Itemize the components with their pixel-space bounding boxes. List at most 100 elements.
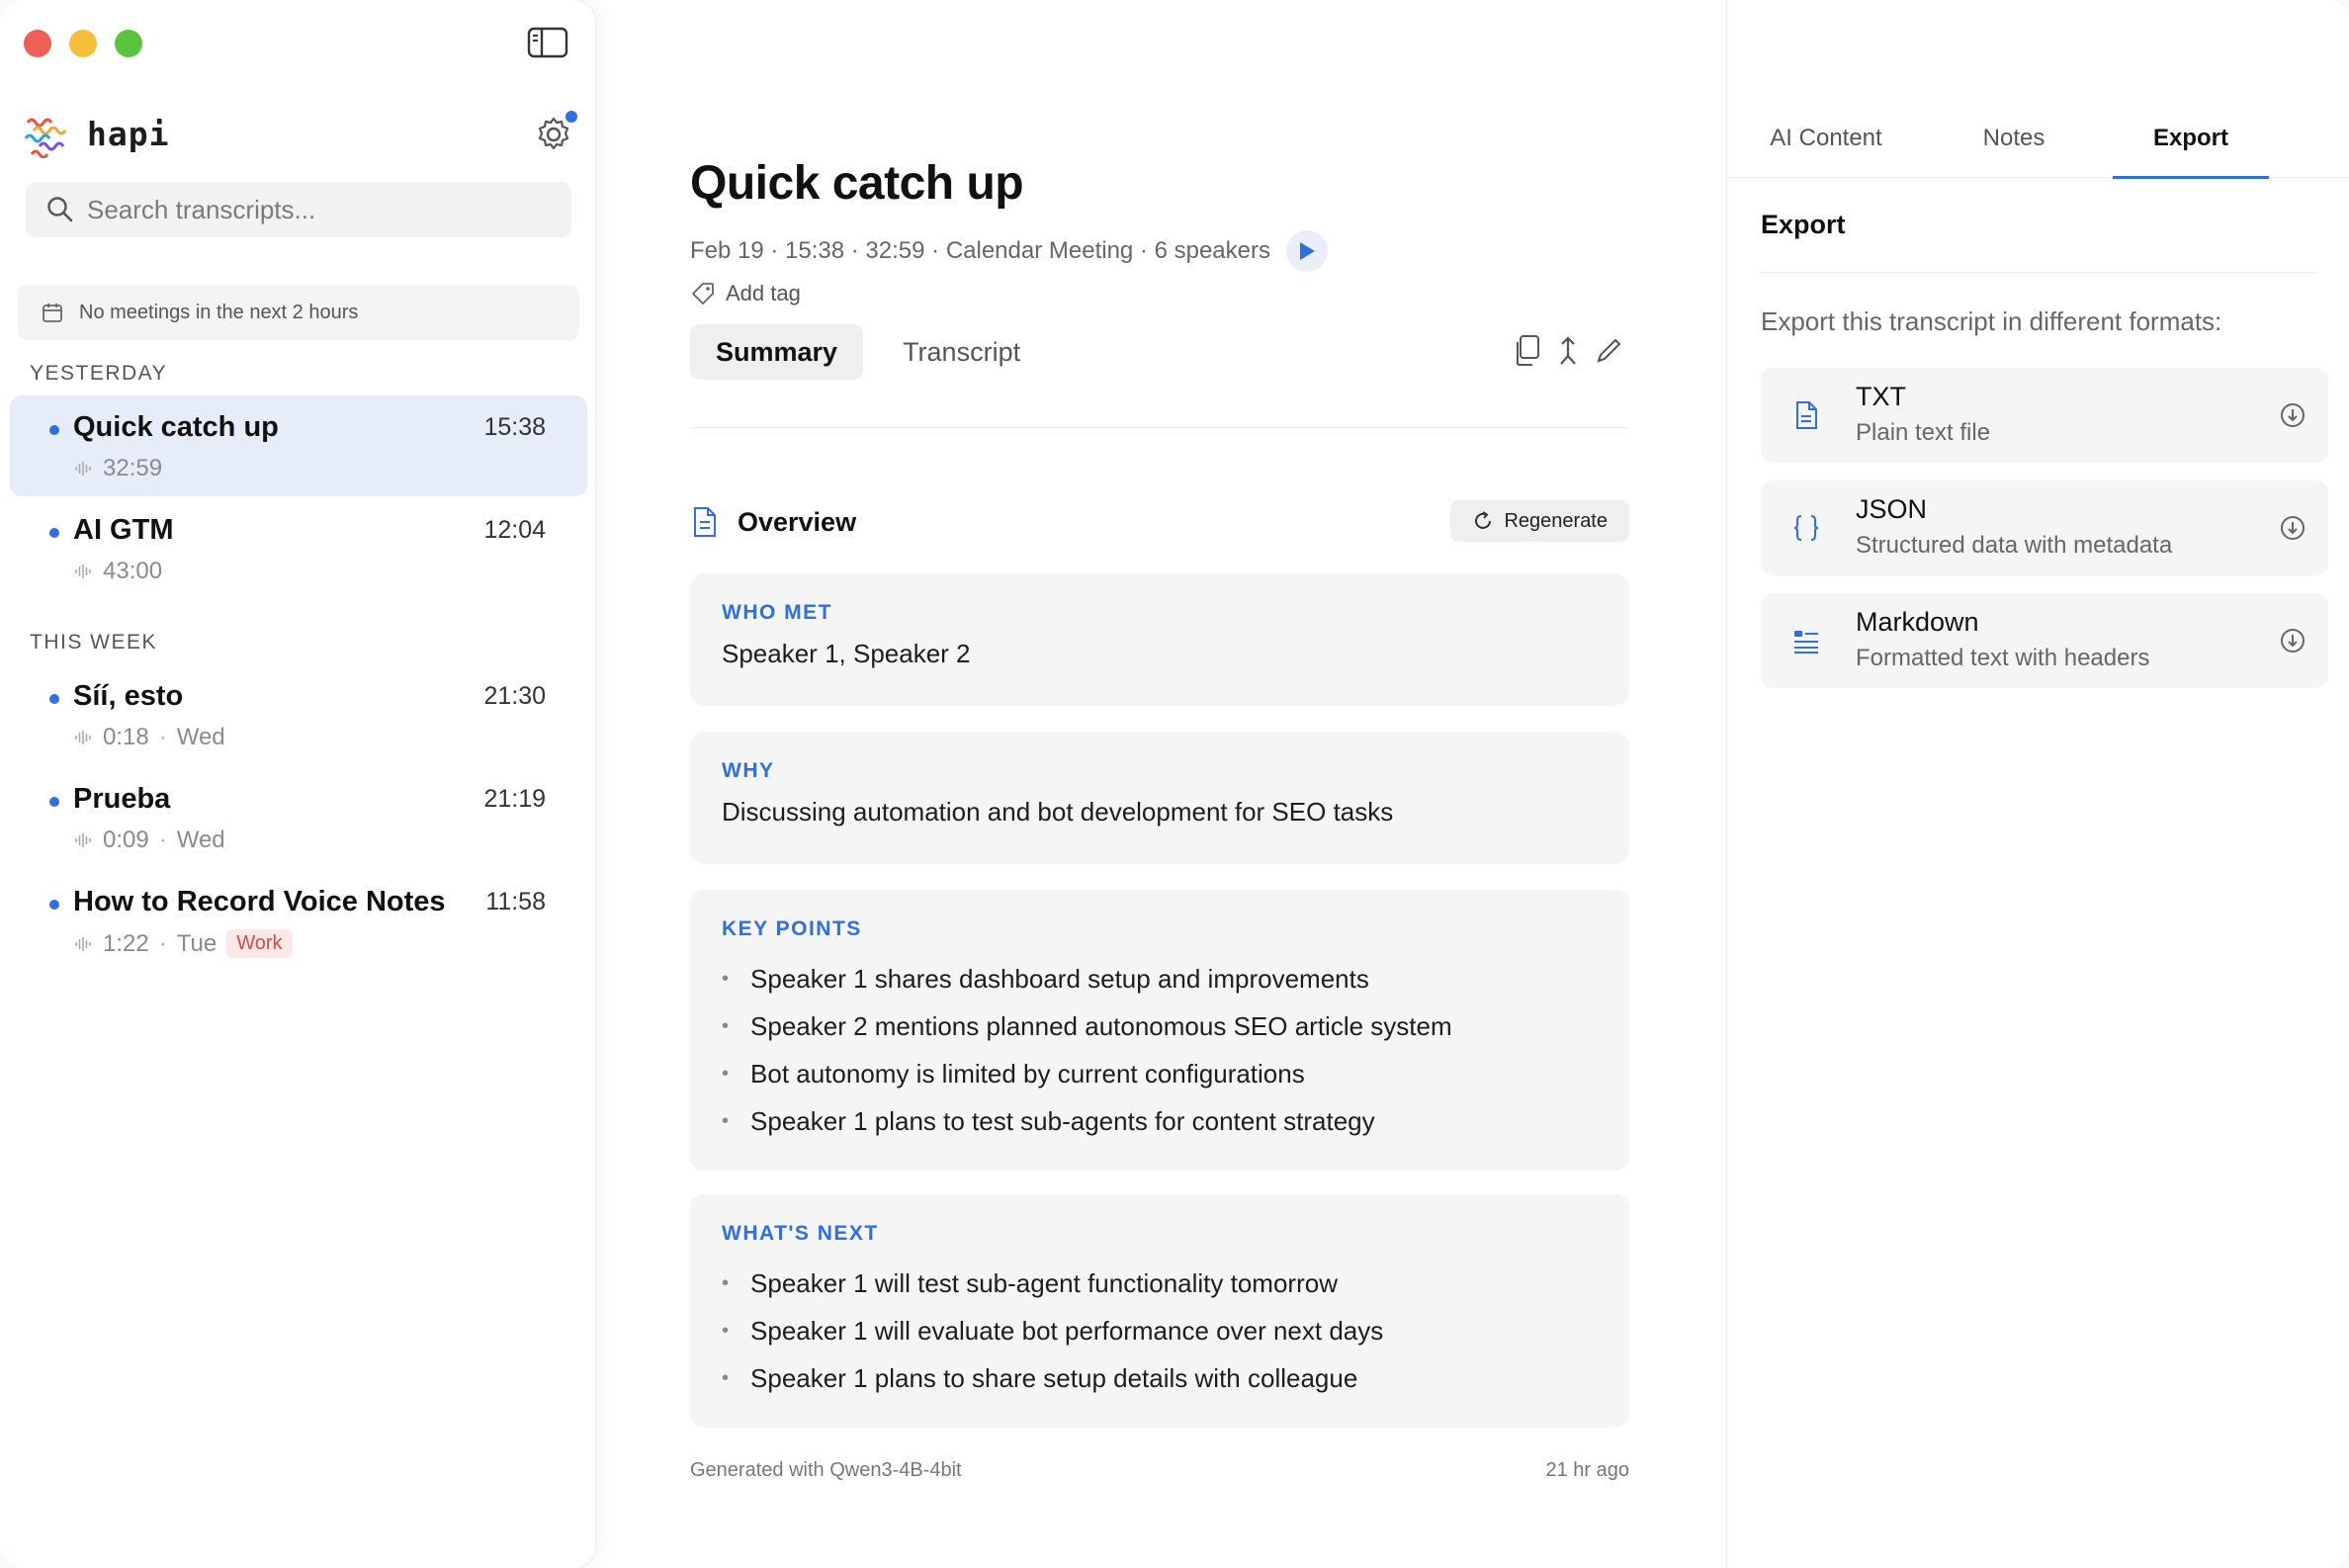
card-label: WHY <box>722 759 775 782</box>
why-card: WHY Discussing automation and bot develo… <box>690 732 1629 864</box>
copy-icon[interactable] <box>1513 334 1542 368</box>
waveform-icon <box>75 565 91 578</box>
meeting-list-item[interactable]: AI GTM 12:04 43:00 <box>10 498 587 599</box>
search-icon <box>47 197 73 222</box>
pencil-icon[interactable] <box>1594 334 1623 368</box>
add-tag-label: Add tag <box>726 281 801 305</box>
overview-title: Overview <box>738 506 857 537</box>
search-input[interactable] <box>87 194 542 225</box>
sidebar: hapi No meetings in the next 2 hours YES… <box>0 0 595 1568</box>
document-icon <box>694 507 716 537</box>
export-json-option[interactable]: JSON Structured data with metadata <box>1761 480 2328 575</box>
card-label: KEY POINTS <box>722 917 862 940</box>
play-icon <box>1300 242 1315 260</box>
meta-separator: · <box>158 827 167 853</box>
meeting-duration: 1:22 <box>103 929 149 957</box>
add-tag-button[interactable]: Add tag <box>690 281 801 306</box>
section-label-this-week: THIS WEEK <box>30 631 158 653</box>
format-description: Structured data with metadata <box>1856 532 2173 559</box>
meeting-time: 21:19 <box>483 785 546 813</box>
meeting-title: Síí, esto <box>73 680 184 712</box>
card-text: Discussing automation and bot developmen… <box>722 797 1394 827</box>
tab-transcript[interactable]: Transcript <box>877 324 1046 380</box>
main-content: Quick catch up Feb 19 · 15:38 · 32:59 · … <box>690 0 1629 1568</box>
meeting-details: Feb 19 · 15:38 · 32:59 · Calendar Meetin… <box>690 230 1328 272</box>
summary-toolbar <box>1513 334 1623 368</box>
overview-header: Overview Regenerate <box>690 500 1629 544</box>
meeting-meta: 32:59 <box>73 455 162 482</box>
tab-export[interactable]: Export <box>2113 117 2269 179</box>
format-name: TXT <box>1856 382 1906 411</box>
hapi-logo-icon <box>24 118 67 158</box>
sidebar-toggle-icon[interactable] <box>527 26 568 59</box>
meeting-day: Wed <box>176 724 225 750</box>
play-button[interactable] <box>1286 230 1328 272</box>
format-name: JSON <box>1856 494 1928 524</box>
regenerate-button[interactable]: Regenerate <box>1450 500 1629 542</box>
download-icon[interactable] <box>2279 627 2306 654</box>
document-icon <box>1796 401 1817 429</box>
who-met-card: WHO MET Speaker 1, Speaker 2 <box>690 573 1629 706</box>
right-panel: AI Content Notes Export Export Export th… <box>1726 0 2349 1568</box>
whats-next-list: Speaker 1 will test sub-agent functional… <box>722 1260 1598 1402</box>
list-item: Speaker 1 will test sub-agent functional… <box>722 1260 1598 1307</box>
meeting-title: Prueba <box>73 783 171 815</box>
meta-separator: · <box>158 724 167 750</box>
settings-notification-badge <box>566 111 577 123</box>
divider <box>690 427 1629 428</box>
close-window-button[interactable] <box>24 30 51 57</box>
list-item: Speaker 1 plans to share setup details w… <box>722 1354 1598 1402</box>
meeting-meta: 43:00 <box>73 558 162 585</box>
list-item: Speaker 1 will evaluate bot performance … <box>722 1307 1598 1354</box>
app-window: hapi No meetings in the next 2 hours YES… <box>0 0 2349 1568</box>
export-txt-option[interactable]: TXT Plain text file <box>1761 368 2328 463</box>
list-item: Speaker 1 plans to test sub-agents for c… <box>722 1097 1598 1145</box>
minimize-window-button[interactable] <box>69 30 97 57</box>
brand: hapi <box>24 109 169 158</box>
download-icon[interactable] <box>2279 401 2306 429</box>
meeting-title: Quick catch up <box>73 411 279 443</box>
meeting-duration: 32:59 <box>103 455 163 481</box>
share-icon[interactable] <box>1556 334 1580 368</box>
card-label: WHAT'S NEXT <box>722 1222 879 1245</box>
card-text: Speaker 1, Speaker 2 <box>722 639 971 668</box>
tab-summary[interactable]: Summary <box>690 324 864 380</box>
window-controls <box>24 30 142 57</box>
calendar-icon <box>43 304 62 322</box>
tab-ai-content[interactable]: AI Content <box>1727 117 1925 178</box>
app-name: hapi <box>87 114 170 153</box>
search-bar[interactable] <box>26 182 571 237</box>
format-description: Formatted text with headers <box>1856 645 2150 671</box>
zoom-window-button[interactable] <box>115 30 142 57</box>
meeting-duration: 0:09 <box>103 827 149 853</box>
meeting-time: 11:58 <box>485 888 546 915</box>
unread-dot <box>49 900 59 910</box>
model-info: Generated with Qwen3-4B-4bit <box>690 1459 962 1481</box>
meeting-list-item[interactable]: Quick catch up 15:38 32:59 <box>10 395 587 496</box>
calendar-status: No meetings in the next 2 hours <box>18 285 579 340</box>
meeting-list-item[interactable]: How to Record Voice Notes 11:58 1:22 · T… <box>10 870 587 971</box>
markdown-list-icon <box>1794 631 1818 653</box>
whats-next-card: WHAT'S NEXT Speaker 1 will test sub-agen… <box>690 1194 1629 1428</box>
right-tabs: AI Content Notes Export <box>1727 117 2349 179</box>
meeting-list-item[interactable]: Prueba 21:19 0:09 · Wed <box>10 767 587 868</box>
waveform-icon <box>75 833 91 847</box>
format-description: Plain text file <box>1856 419 1991 446</box>
tag-icon <box>692 283 714 305</box>
meeting-time: 12:04 <box>483 516 546 544</box>
list-item: Speaker 2 mentions planned autonomous SE… <box>722 1002 1598 1050</box>
meeting-meta: 0:09 · Wed <box>73 827 225 854</box>
format-name: Markdown <box>1856 607 1979 637</box>
meeting-title: How to Record Voice Notes <box>73 886 446 917</box>
content-tabs: Summary Transcript <box>690 324 1046 380</box>
tag-badge[interactable]: Work <box>226 929 293 958</box>
page-title: Quick catch up <box>690 157 1024 210</box>
export-markdown-option[interactable]: Markdown Formatted text with headers <box>1761 593 2328 688</box>
tab-notes[interactable]: Notes <box>1925 117 2103 178</box>
meeting-list-item[interactable]: Síí, esto 21:30 0:18 · Wed <box>10 664 587 765</box>
waveform-icon <box>75 462 91 476</box>
export-description: Export this transcript in different form… <box>1761 306 2222 336</box>
key-points-list: Speaker 1 shares dashboard setup and imp… <box>722 955 1598 1145</box>
download-icon[interactable] <box>2279 514 2306 542</box>
meeting-meta: 0:18 · Wed <box>73 724 225 751</box>
